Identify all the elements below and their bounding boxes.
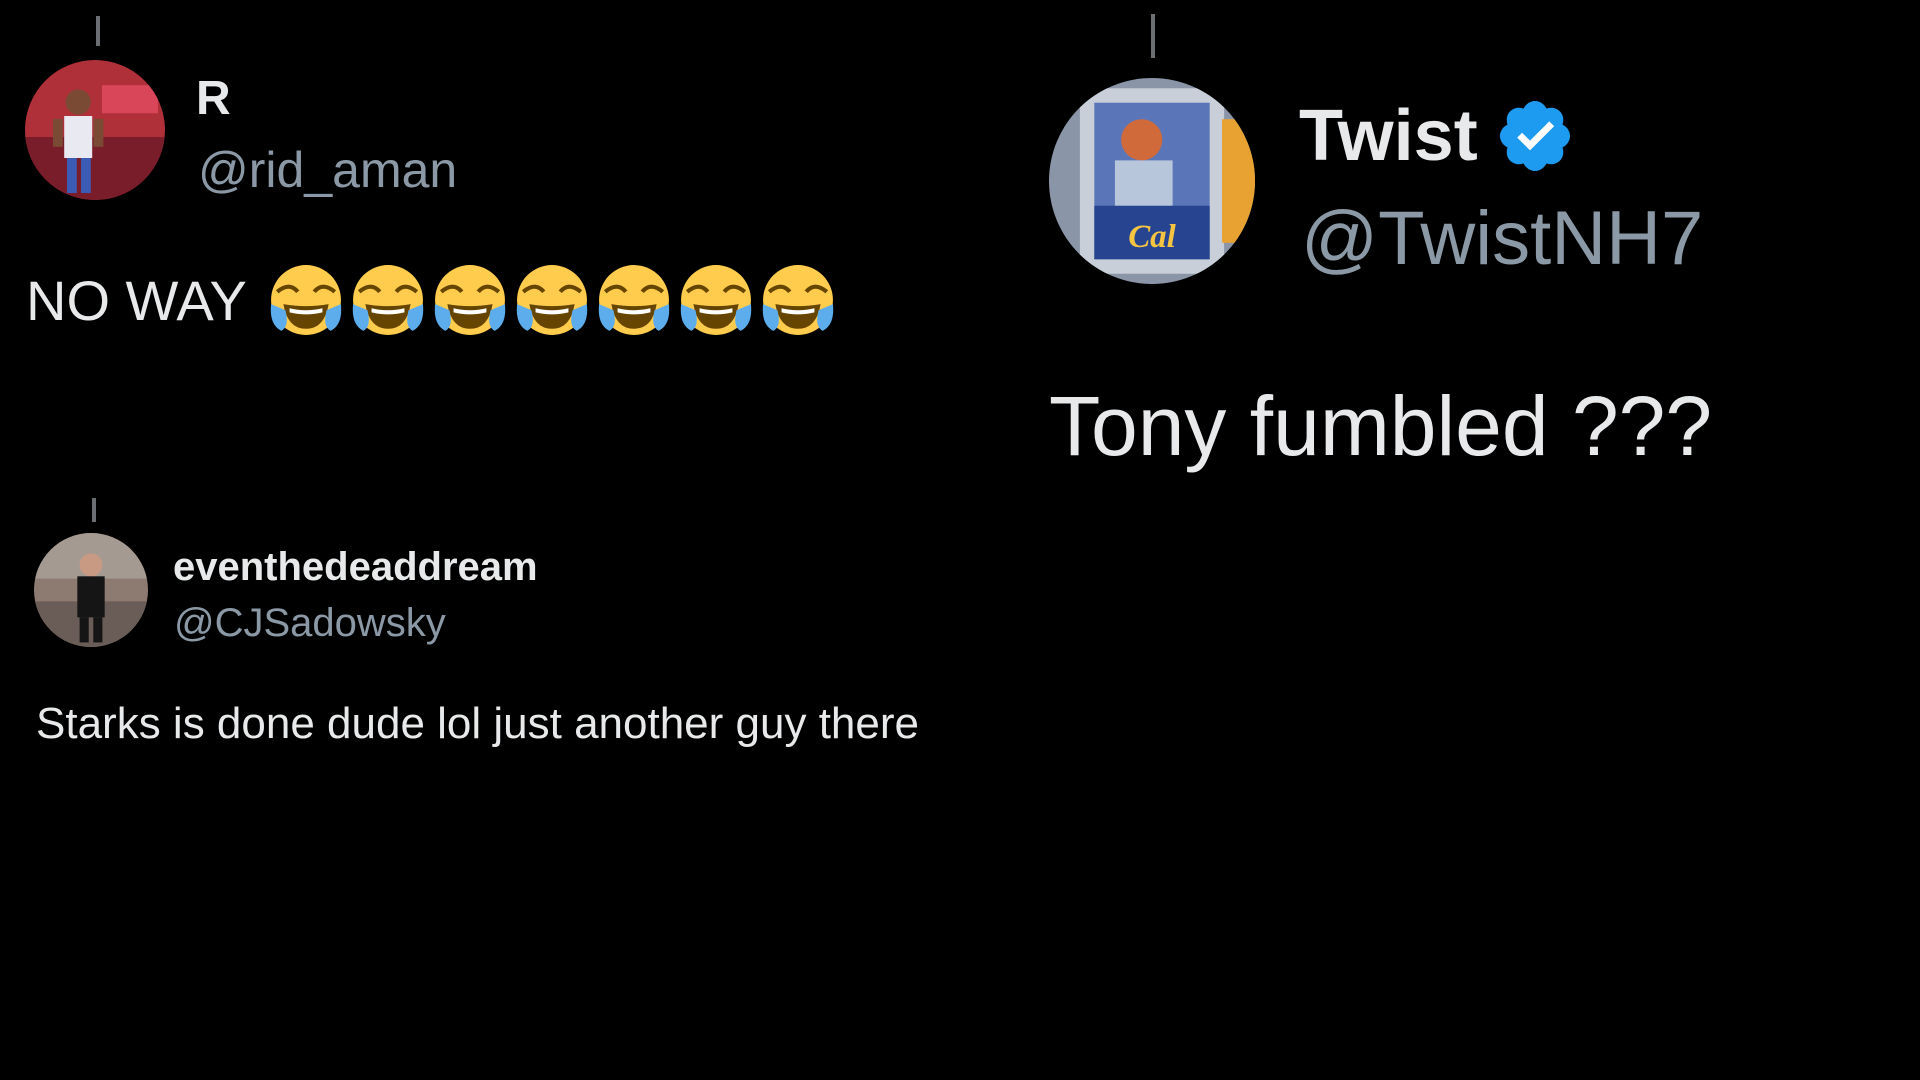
avatar[interactable]: Cal: [1049, 78, 1255, 284]
avatar-image-twistnh7: Cal: [1049, 78, 1255, 284]
emoji-row: [269, 263, 835, 337]
thread-line: [96, 16, 100, 46]
tears-of-joy-emoji-icon: [761, 263, 835, 337]
tears-of-joy-emoji-icon: [679, 263, 753, 337]
tweet-twistnh7[interactable]: Cal Twist @TwistNH7 Tony fumbled ???: [960, 0, 1920, 500]
tears-of-joy-emoji-icon: [351, 263, 425, 337]
verified-badge-icon: [1494, 95, 1576, 177]
tweet-text-content: NO WAY: [26, 268, 247, 332]
tweet-text: Tony fumbled ???: [1049, 378, 1713, 473]
user-handle[interactable]: @rid_aman: [198, 142, 457, 198]
user-handle[interactable]: @CJSadowsky: [174, 598, 446, 648]
user-handle[interactable]: @TwistNH7: [1301, 196, 1703, 282]
tears-of-joy-emoji-icon: [433, 263, 507, 337]
display-name[interactable]: Twist: [1299, 95, 1478, 177]
display-name[interactable]: R: [196, 70, 231, 126]
tears-of-joy-emoji-icon: [597, 263, 671, 337]
display-name-row[interactable]: Twist: [1299, 96, 1576, 176]
thread-line: [1151, 14, 1155, 58]
tweet-text: Starks is done dude lol just another guy…: [36, 699, 919, 748]
avatar[interactable]: [34, 533, 148, 647]
avatar[interactable]: [25, 60, 165, 200]
tears-of-joy-emoji-icon: [269, 263, 343, 337]
tweet-cjsadowsky[interactable]: eventhedeaddream @CJSadowsky Starks is d…: [0, 480, 1100, 820]
avatar-image-cjsadowsky: [34, 533, 148, 647]
display-name[interactable]: eventhedeaddream: [173, 542, 538, 592]
svg-text:Cal: Cal: [1128, 219, 1176, 255]
tweet-rid-aman[interactable]: R @rid_aman NO WAY: [0, 0, 960, 400]
tears-of-joy-emoji-icon: [515, 263, 589, 337]
avatar-image-rid-aman: [25, 60, 165, 200]
tweet-text: NO WAY: [26, 262, 835, 338]
screenshot-canvas: R @rid_aman NO WAY Cal Twist @TwistNH7 T…: [0, 0, 1920, 1080]
thread-line: [92, 498, 96, 522]
